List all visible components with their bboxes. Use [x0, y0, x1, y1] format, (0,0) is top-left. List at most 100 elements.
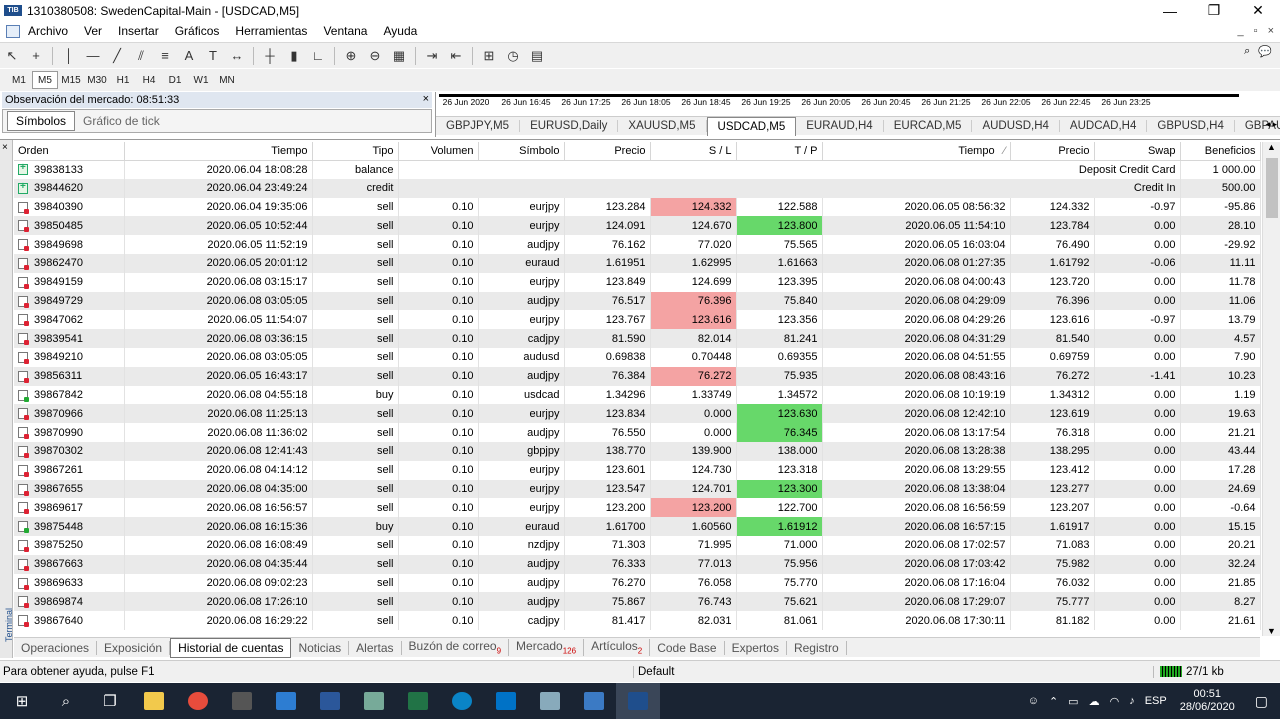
app-icon[interactable]: [352, 683, 396, 719]
file-explorer-icon[interactable]: [132, 683, 176, 719]
calculator-icon[interactable]: [220, 683, 264, 719]
timeframe-d1[interactable]: D1: [162, 71, 188, 89]
channel-icon[interactable]: ⫽: [129, 45, 153, 67]
table-row[interactable]: 39847062 2020.06.05 11:54:07 sell 0.10 eurjp…: [14, 310, 1261, 330]
mdi-minimize-icon[interactable]: _: [1238, 25, 1244, 37]
text-label-icon[interactable]: T: [201, 45, 225, 67]
table-row[interactable]: 39839541 2020.06.08 03:36:15 sell 0.10 cadjp…: [14, 329, 1261, 348]
status-profile[interactable]: Default: [633, 665, 1153, 678]
bar-chart-icon[interactable]: ┼: [258, 45, 282, 67]
col-tiempo-cierre[interactable]: Tiempo ⁄: [822, 142, 1011, 161]
table-row[interactable]: 39849698 2020.06.05 11:52:19 sell 0.10 audjp…: [14, 235, 1261, 254]
col-swap[interactable]: Swap: [1094, 142, 1181, 161]
col-orden[interactable]: Orden: [14, 142, 125, 161]
indicators-icon[interactable]: ⊞: [477, 45, 501, 67]
horizontal-line-icon[interactable]: —: [81, 45, 105, 67]
table-row[interactable]: 39867842 2020.06.08 04:55:18 buy 0.10 usdcad…: [14, 385, 1261, 405]
chart-tab-xauusd[interactable]: XAUUSD,M5: [618, 120, 707, 132]
chart-tab-usdcad[interactable]: USDCAD,M5: [706, 116, 797, 136]
timeframe-h1[interactable]: H1: [110, 71, 136, 89]
language-indicator[interactable]: ESP: [1140, 695, 1172, 707]
col-tiempo[interactable]: Tiempo: [124, 142, 313, 161]
scroll-thumb[interactable]: [1266, 158, 1278, 218]
timeframe-h4[interactable]: H4: [136, 71, 162, 89]
close-icon[interactable]: ✕: [1236, 0, 1280, 21]
fibonacci-icon[interactable]: ≡: [153, 45, 177, 67]
terminal-tab-buz-n-de-correo[interactable]: Buzón de correo9: [402, 639, 510, 656]
tab-simbolos[interactable]: Símbolos: [7, 111, 76, 131]
line-chart-icon[interactable]: ∟: [306, 45, 330, 67]
candlestick-icon[interactable]: ▮: [282, 45, 306, 67]
timeframe-m15[interactable]: M15: [58, 71, 84, 89]
menu-ayuda[interactable]: Ayuda: [375, 24, 425, 38]
chart-tab-audusd[interactable]: AUDUSD,H4: [972, 120, 1060, 132]
minimize-icon[interactable]: —: [1148, 0, 1192, 21]
col-tipo[interactable]: Tipo: [312, 142, 399, 161]
battery-icon[interactable]: ▭: [1063, 695, 1083, 708]
table-scrollbar[interactable]: ▲ ▼: [1262, 142, 1280, 636]
chart-tab-gbpusd[interactable]: GBPUSD,H4: [1147, 120, 1235, 132]
table-row[interactable]: 39867261 2020.06.08 04:14:12 sell 0.10 eurjp…: [14, 460, 1261, 480]
tab-scroll-arrows-icon[interactable]: ◂ ▸: [1265, 119, 1277, 130]
wifi-icon[interactable]: ◠: [1105, 695, 1125, 708]
menu-graficos[interactable]: Gráficos: [167, 24, 228, 38]
trading-terminal-icon[interactable]: [616, 683, 660, 719]
menu-ver[interactable]: Ver: [76, 24, 110, 38]
table-row[interactable]: 39862470 2020.06.05 20:01:12 sell 0.10 eurau…: [14, 253, 1261, 273]
table-row[interactable]: 39840390 2020.06.04 19:35:06 sell 0.10 eurjp…: [14, 197, 1261, 217]
periods-icon[interactable]: ◷: [501, 45, 525, 67]
timeframe-m1[interactable]: M1: [6, 71, 32, 89]
cloud-icon[interactable]: ☁: [1084, 695, 1105, 708]
notifications-icon[interactable]: ▢: [1243, 693, 1280, 710]
text-icon[interactable]: A: [177, 45, 201, 67]
table-row[interactable]: 39867640 2020.06.08 16:29:22 sell 0.10 cadjp…: [14, 611, 1261, 630]
zoom-out-icon[interactable]: ⊖: [363, 45, 387, 67]
table-row[interactable]: 39869617 2020.06.08 16:56:57 sell 0.10 eurjp…: [14, 498, 1261, 518]
table-row[interactable]: 39869633 2020.06.08 09:02:23 sell 0.10 audjp…: [14, 573, 1261, 593]
word-icon[interactable]: [308, 683, 352, 719]
scroll-up-icon[interactable]: ▲: [1267, 142, 1276, 152]
chart-tab-eurusd[interactable]: EURUSD,Daily: [520, 120, 619, 132]
people-icon[interactable]: ☺: [1023, 695, 1044, 707]
task-view-icon[interactable]: ❐: [88, 683, 132, 719]
chart-shift-icon[interactable]: ⇤: [444, 45, 468, 67]
terminal-tab-alertas[interactable]: Alertas: [349, 640, 402, 655]
crosshair-icon[interactable]: +: [24, 45, 48, 67]
maximize-icon[interactable]: ❐: [1192, 0, 1236, 21]
arrows-icon[interactable]: ↔: [225, 45, 249, 67]
tray-chevron-icon[interactable]: ⌃: [1044, 695, 1063, 708]
table-row[interactable]: 398381332020.06.04 18:08:28balanceDeposi…: [14, 160, 1261, 179]
chart-tab-euraud[interactable]: EURAUD,H4: [796, 120, 884, 132]
col-tp[interactable]: T / P: [736, 142, 823, 161]
chat-icon[interactable]: 💬: [1258, 45, 1272, 58]
col-simbolo[interactable]: Símbolo: [478, 142, 565, 161]
excel-icon[interactable]: [396, 683, 440, 719]
photos-icon[interactable]: [572, 683, 616, 719]
timeframe-w1[interactable]: W1: [188, 71, 214, 89]
table-row[interactable]: 39849159 2020.06.08 03:15:17 sell 0.10 eurjp…: [14, 272, 1261, 292]
store-icon[interactable]: [264, 683, 308, 719]
tile-windows-icon[interactable]: ▦: [387, 45, 411, 67]
windows-start-icon[interactable]: ⊞: [0, 683, 44, 719]
chart-tab-eurcad[interactable]: EURCAD,M5: [884, 120, 973, 132]
terminal-tab-historial-de-cuentas[interactable]: Historial de cuentas: [170, 637, 292, 658]
table-row[interactable]: 39849729 2020.06.08 03:05:05 sell 0.10 audjp…: [14, 291, 1261, 311]
search-taskbar-icon[interactable]: ⌕: [44, 683, 88, 719]
volume-icon[interactable]: ♪: [1124, 695, 1140, 707]
menu-insertar[interactable]: Insertar: [110, 24, 167, 38]
table-row[interactable]: 39856311 2020.06.05 16:43:17 sell 0.10 audjp…: [14, 366, 1261, 386]
chart-tab-audcad[interactable]: AUDCAD,H4: [1060, 120, 1148, 132]
terminal-tab-exposici-n[interactable]: Exposición: [97, 640, 171, 655]
col-sl[interactable]: S / L: [650, 142, 737, 161]
col-precio-cierre[interactable]: Precio: [1010, 142, 1095, 161]
terminal-tab-registro[interactable]: Registro: [787, 640, 847, 655]
clock[interactable]: 00:51 28/06/2020: [1172, 688, 1243, 714]
search-icon[interactable]: ⌕: [1244, 45, 1250, 58]
scroll-down-icon[interactable]: ▼: [1267, 626, 1276, 636]
autoscroll-icon[interactable]: ⇥: [420, 45, 444, 67]
tab-grafico-de-tick[interactable]: Gráfico de tick: [75, 112, 168, 130]
timeframe-mn[interactable]: MN: [214, 71, 240, 89]
mdi-close-icon[interactable]: ×: [1268, 25, 1274, 37]
menu-herramientas[interactable]: Herramientas: [227, 24, 315, 38]
terminal-tab-noticias[interactable]: Noticias: [291, 640, 350, 655]
